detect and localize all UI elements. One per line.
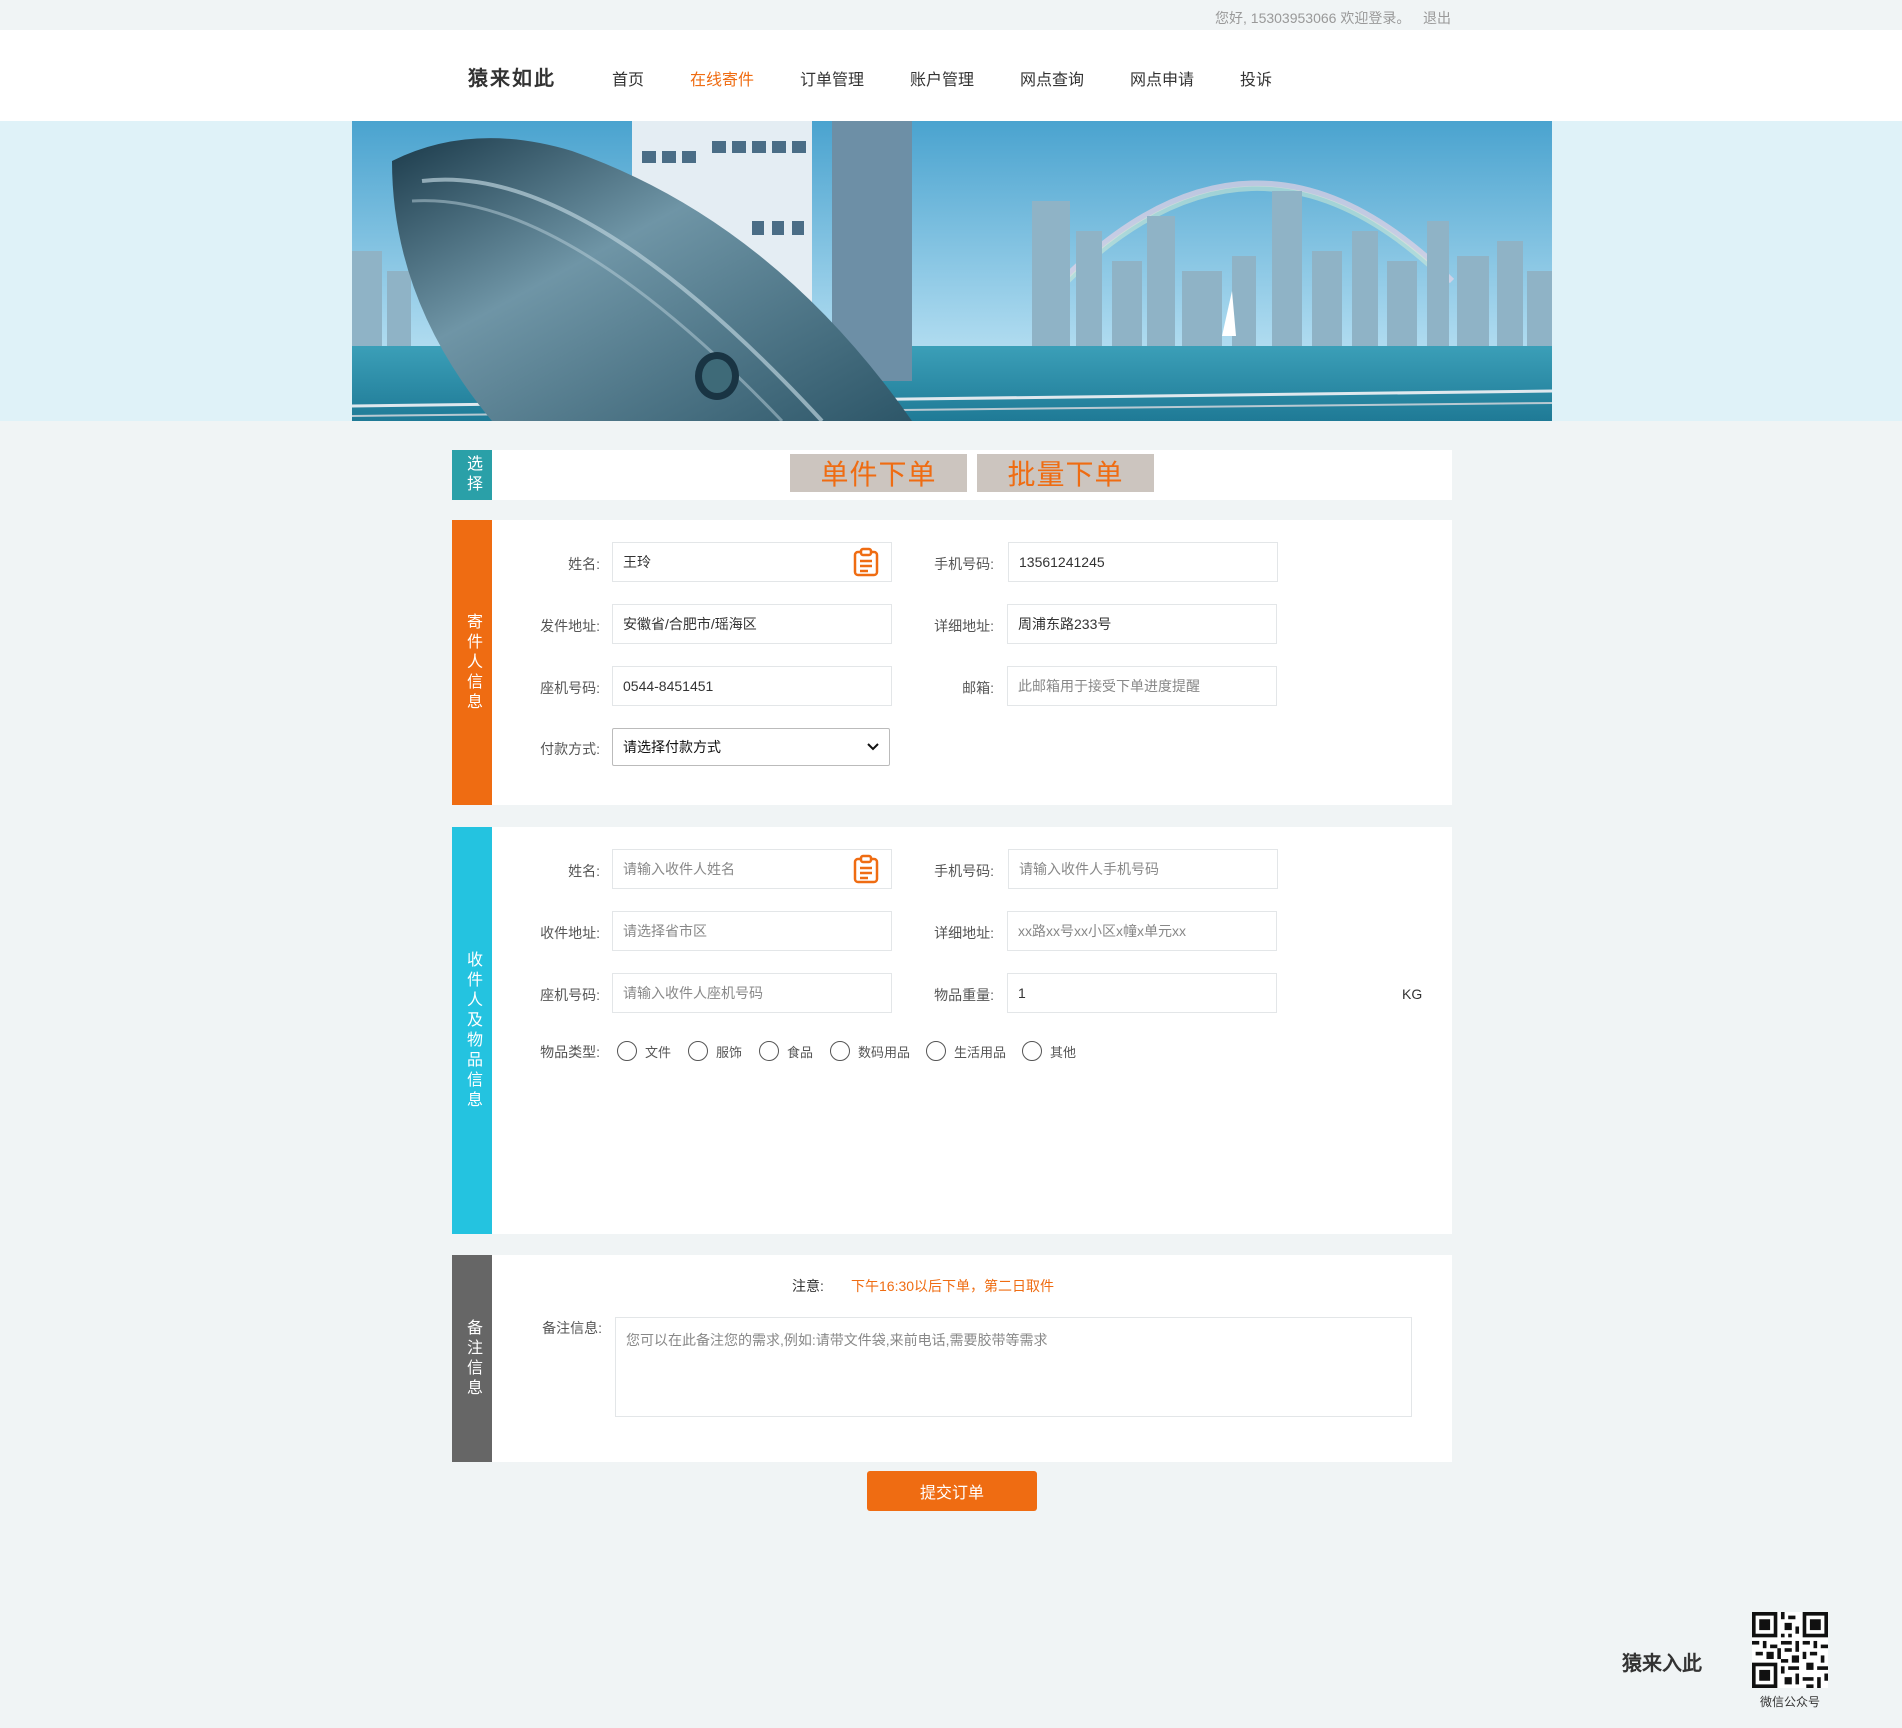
receiver-phone-label: 手机号码: [934,863,994,879]
radio-circle[interactable] [830,1041,850,1061]
banner-image [352,121,1552,421]
item-type-document[interactable]: 文件 [617,1041,671,1061]
sender-landline-input[interactable]: 0544-8451451 [612,666,892,706]
remark-label: 备注信息: [542,1320,602,1336]
notice-text: 下午16:30以后下单，第二日取件 [851,1278,1055,1294]
site-logo[interactable]: 猿来如此 [468,62,556,91]
chevron-down-icon [867,743,879,751]
receiver-phone-input[interactable]: 请输入收件人手机号码 [1008,849,1278,889]
receiver-landline-label: 座机号码: [540,987,600,1003]
sender-phone-label: 手机号码: [934,556,994,572]
receiver-address-input[interactable]: 请选择省市区 [612,911,892,951]
receiver-detail-label: 详细地址: [934,925,994,941]
sender-email-label: 邮箱: [962,680,994,696]
item-type-label: 物品类型: [540,1044,600,1060]
sender-name-label: 姓名: [568,556,600,572]
sender-name-input[interactable]: 王玲 [612,542,892,582]
receiver-panel: 收件人及物品信息 姓名: 请输入收件人姓名 手机号码: 请输入收件人手机号码 收… [452,827,1452,1234]
nav-account[interactable]: 账户管理 [910,66,974,90]
sender-email-input[interactable]: 此邮箱用于接受下单进度提醒 [1007,666,1277,706]
weight-unit: KG [1402,986,1423,1002]
receiver-landline-input[interactable]: 请输入收件人座机号码 [612,973,892,1013]
single-order-button[interactable]: 单件下单 [790,454,967,492]
radio-circle[interactable] [617,1041,637,1061]
payment-method-label: 付款方式: [540,741,600,757]
receiver-name-label: 姓名: [568,863,600,879]
receiver-detail-input[interactable]: xx路xx号xx小区x幢x单元xx [1007,911,1277,951]
radio-circle[interactable] [926,1041,946,1061]
nav-home[interactable]: 首页 [612,66,644,90]
radio-circle[interactable] [759,1041,779,1061]
remark-panel: 备注信息 注意: 下午16:30以后下单，第二日取件 备注信息: 您可以在此备注… [452,1255,1452,1462]
item-type-digital[interactable]: 数码用品 [830,1041,910,1061]
qr-code-icon [1752,1612,1828,1688]
nav-outlet-apply[interactable]: 网点申请 [1130,66,1194,90]
receiver-side-label: 收件人及物品信息 [452,827,492,1234]
sender-detail-input[interactable]: 周浦东路233号 [1007,604,1277,644]
sender-panel: 寄件人信息 姓名: 王玲 手机号码: 13561241245 发件地址: 安徽省… [452,520,1452,805]
nav-online-send[interactable]: 在线寄件 [690,66,754,90]
remark-textarea[interactable]: 您可以在此备注您的需求,例如:请带文件袋,来前电话,需要胶带等需求 [615,1317,1412,1417]
header: 猿来如此 首页 在线寄件 订单管理 账户管理 网点查询 网点申请 投诉 [0,30,1902,121]
receiver-address-label: 收件地址: [540,925,600,941]
nav-orders[interactable]: 订单管理 [800,66,864,90]
item-type-daily[interactable]: 生活用品 [926,1041,1006,1061]
notice-label: 注意: [792,1278,824,1294]
nav-outlet-search[interactable]: 网点查询 [1020,66,1084,90]
sender-detail-label: 详细地址: [934,618,994,634]
sender-address-input[interactable]: 安徽省/合肥市/瑶海区 [612,604,892,644]
weight-input[interactable]: 1 [1007,973,1277,1013]
order-type-side-label: 选择 [452,450,492,500]
batch-order-button[interactable]: 批量下单 [977,454,1154,492]
item-type-other[interactable]: 其他 [1022,1041,1076,1061]
item-type-radio-group: 文件 服饰 食品 数码用品 生活用品 其他 [617,1041,1217,1063]
item-type-food[interactable]: 食品 [759,1041,813,1061]
radio-circle[interactable] [1022,1041,1042,1061]
payment-method-value: 请选择付款方式 [623,739,721,755]
remark-side-label: 备注信息 [452,1255,492,1462]
item-type-clothing[interactable]: 服饰 [688,1041,742,1061]
radio-circle[interactable] [688,1041,708,1061]
nav-complaint[interactable]: 投诉 [1240,66,1272,90]
submit-order-button[interactable]: 提交订单 [867,1471,1037,1511]
order-type-panel: 选择 单件下单 批量下单 [452,450,1452,500]
top-bar: 您好, 15303953066 欢迎登录。 退出 [0,0,1902,30]
qr-caption: 微信公众号 [1760,1695,1821,1709]
sender-phone-input[interactable]: 13561241245 [1008,542,1278,582]
payment-method-select[interactable]: 请选择付款方式 [612,728,890,766]
logout-link[interactable]: 退出 [1423,8,1451,28]
receiver-name-input[interactable]: 请输入收件人姓名 [612,849,892,889]
sender-landline-label: 座机号码: [540,680,600,696]
footer-brand: 猿来入此 [1622,1653,1702,1675]
welcome-text: 您好, 15303953066 欢迎登录。 [1215,10,1411,26]
weight-label: 物品重量: [934,987,994,1003]
sender-address-label: 发件地址: [540,618,600,634]
